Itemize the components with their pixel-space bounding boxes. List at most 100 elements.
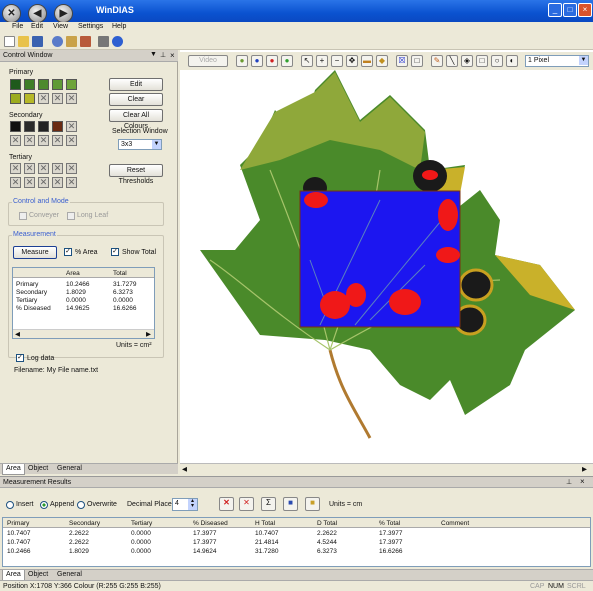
tab-object[interactable]: Object: [25, 464, 51, 475]
menu-view[interactable]: View: [53, 23, 68, 30]
rectangle-icon[interactable]: □: [476, 55, 488, 67]
results-column-header[interactable]: Tertiary: [131, 520, 152, 527]
empty-swatch[interactable]: ✕: [52, 177, 63, 188]
empty-swatch[interactable]: ✕: [24, 135, 35, 146]
insert-radio[interactable]: [6, 501, 14, 509]
overwrite-radio[interactable]: [77, 501, 85, 509]
empty-swatch[interactable]: ✕: [38, 135, 49, 146]
empty-swatch[interactable]: ✕: [10, 163, 21, 174]
primary-swatch[interactable]: [66, 79, 77, 90]
scroll-left-icon[interactable]: ◀: [182, 465, 187, 473]
results-column-header[interactable]: Primary: [7, 520, 29, 527]
pencil-icon[interactable]: ✎: [431, 55, 443, 67]
brush-icon[interactable]: ◐: [506, 55, 518, 67]
empty-swatch[interactable]: ✕: [52, 93, 63, 104]
primary-swatch[interactable]: [24, 93, 35, 104]
open-results-icon[interactable]: ■: [305, 497, 320, 511]
blue-drop-icon[interactable]: ●: [251, 55, 263, 67]
results-column-header[interactable]: D Total: [317, 520, 337, 527]
save-icon[interactable]: [32, 36, 43, 47]
empty-swatch[interactable]: ✕: [38, 177, 49, 188]
pct-area-checkbox[interactable]: ✓: [64, 248, 72, 256]
panel-close-icon[interactable]: ×: [170, 51, 175, 60]
forward-arrow-icon[interactable]: ▶: [54, 4, 73, 23]
close-circle-icon[interactable]: ✕: [2, 4, 21, 23]
sum-icon[interactable]: Σ: [261, 497, 276, 511]
menu-file[interactable]: File: [12, 23, 23, 30]
secondary-swatch[interactable]: [38, 121, 49, 132]
log-data-checkbox[interactable]: ✓: [16, 354, 24, 362]
results-column-header[interactable]: % Total: [379, 520, 400, 527]
edit-button[interactable]: Edit: [109, 78, 163, 91]
green-drop-icon[interactable]: ●: [236, 55, 248, 67]
tab-area[interactable]: Area: [2, 464, 25, 475]
chevron-down-icon[interactable]: ▼: [579, 56, 588, 65]
clear-button[interactable]: Clear: [109, 93, 163, 106]
dropdown-arrow-icon[interactable]: ▼: [150, 51, 157, 58]
square-icon[interactable]: □: [411, 55, 423, 67]
pan-icon[interactable]: ✥: [346, 55, 358, 67]
results-column-header[interactable]: Comment: [441, 520, 469, 527]
results-column-header[interactable]: % Diseased: [193, 520, 228, 527]
reset-thresholds-button[interactable]: Reset Thresholds: [109, 164, 163, 185]
green-drop-icon-2[interactable]: ●: [281, 55, 293, 67]
empty-swatch[interactable]: ✕: [66, 135, 77, 146]
pin-icon[interactable]: ⊥: [160, 51, 166, 59]
results-column-header[interactable]: H Total: [255, 520, 275, 527]
empty-swatch[interactable]: ✕: [66, 93, 77, 104]
empty-swatch[interactable]: ✕: [10, 135, 21, 146]
secondary-swatch[interactable]: [10, 121, 21, 132]
long-leaf-checkbox[interactable]: [67, 212, 75, 220]
chevron-down-icon[interactable]: ▼: [152, 140, 161, 149]
horizontal-scrollbar[interactable]: ◀ ▶: [13, 329, 154, 338]
red-drop-icon[interactable]: ●: [266, 55, 278, 67]
back-arrow-icon[interactable]: ◀: [28, 4, 47, 23]
image-viewer[interactable]: ◀ ▶: [180, 50, 593, 474]
tab-general[interactable]: General: [54, 464, 85, 475]
save-results-icon[interactable]: ■: [283, 497, 298, 511]
append-radio[interactable]: [40, 501, 48, 509]
measure-button[interactable]: Measure: [13, 246, 57, 259]
empty-swatch[interactable]: ✕: [10, 177, 21, 188]
pin-icon[interactable]: ⊥: [566, 478, 572, 486]
selection-window-select[interactable]: 3x3 ▼: [118, 139, 162, 150]
menu-settings[interactable]: Settings: [78, 23, 103, 30]
scroll-right-icon[interactable]: ▶: [146, 330, 151, 338]
ellipse-icon[interactable]: ○: [491, 55, 503, 67]
empty-swatch[interactable]: ✕: [66, 121, 77, 132]
viewer-horizontal-scrollbar[interactable]: ◀ ▶: [180, 463, 593, 474]
empty-swatch[interactable]: ✕: [66, 177, 77, 188]
pixel-size-select[interactable]: 1 Pixel ▼: [525, 55, 589, 67]
empty-swatch[interactable]: ✕: [66, 163, 77, 174]
decimal-places-stepper[interactable]: 4 ▴ ▾: [172, 498, 198, 511]
pointer-icon[interactable]: ↖: [301, 55, 313, 67]
flood-fill-icon[interactable]: ◈: [461, 55, 473, 67]
empty-swatch[interactable]: ✕: [24, 163, 35, 174]
empty-swatch[interactable]: ✕: [52, 135, 63, 146]
maximize-button[interactable]: □: [563, 3, 577, 17]
secondary-swatch[interactable]: [24, 121, 35, 132]
minimize-button[interactable]: _: [548, 3, 562, 17]
empty-swatch[interactable]: ✕: [52, 163, 63, 174]
new-file-icon[interactable]: [4, 36, 15, 47]
empty-swatch[interactable]: ✕: [24, 177, 35, 188]
primary-swatch[interactable]: [10, 93, 21, 104]
primary-swatch[interactable]: [38, 79, 49, 90]
results-column-header[interactable]: Secondary: [69, 520, 100, 527]
ruler-icon[interactable]: ▬: [361, 55, 373, 67]
show-total-checkbox[interactable]: ✓: [111, 248, 119, 256]
panel-close-icon[interactable]: ×: [580, 477, 585, 486]
print-icon[interactable]: [98, 36, 109, 47]
line-icon[interactable]: ╲: [446, 55, 458, 67]
scroll-left-icon[interactable]: ◀: [15, 330, 20, 338]
delete-icon[interactable]: ✕: [219, 497, 234, 511]
scroll-right-icon[interactable]: ▶: [582, 465, 587, 473]
empty-swatch[interactable]: ✕: [38, 93, 49, 104]
paste-icon[interactable]: [66, 36, 77, 47]
spin-icon[interactable]: ▴ ▾: [188, 498, 197, 510]
video-button[interactable]: Video: [188, 55, 228, 67]
copy-icon[interactable]: [80, 36, 91, 47]
menu-help[interactable]: Help: [112, 23, 126, 30]
primary-swatch[interactable]: [10, 79, 21, 90]
eraser-icon[interactable]: ◆: [376, 55, 388, 67]
